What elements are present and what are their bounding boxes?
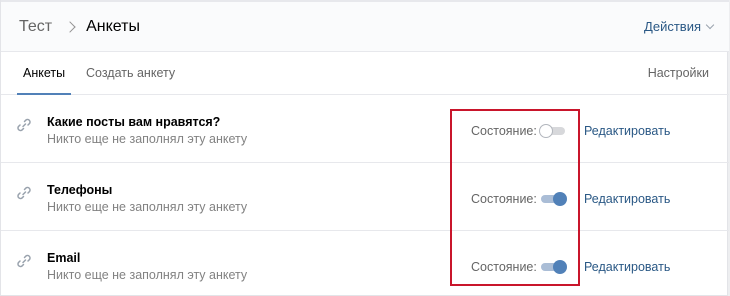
forms-panel: Тест Анкеты Действия Анкеты Создать анке… bbox=[0, 0, 729, 296]
form-subtitle: Никто еще не заполнял эту анкету bbox=[47, 200, 248, 214]
actions-dropdown[interactable]: Действия bbox=[644, 19, 715, 34]
breadcrumb-chevron-icon bbox=[64, 20, 76, 33]
status-toggle[interactable] bbox=[539, 192, 567, 206]
status-label: Состояние: bbox=[471, 124, 537, 138]
edit-link[interactable]: Редактировать bbox=[584, 192, 670, 206]
tab-bar: Анкеты Создать анкету Настройки bbox=[1, 52, 729, 95]
status-label: Состояние: bbox=[471, 260, 537, 274]
status-toggle[interactable] bbox=[539, 260, 567, 274]
form-title[interactable]: Телефоны bbox=[47, 183, 112, 197]
tab-forms[interactable]: Анкеты bbox=[17, 52, 72, 95]
settings-link[interactable]: Настройки bbox=[648, 52, 709, 94]
form-subtitle: Никто еще не заполнял эту анкету bbox=[47, 132, 248, 146]
actions-label: Действия bbox=[644, 19, 701, 34]
list-item: Email Никто еще не заполнял эту анкету С… bbox=[1, 231, 729, 296]
page-header: Тест Анкеты Действия bbox=[1, 2, 729, 52]
status-label: Состояние: bbox=[471, 192, 537, 206]
list-item: Телефоны Никто еще не заполнял эту анкет… bbox=[1, 163, 729, 231]
form-title[interactable]: Какие посты вам нравятся? bbox=[47, 115, 220, 129]
breadcrumb-root[interactable]: Тест bbox=[19, 18, 52, 36]
breadcrumb-current: Анкеты bbox=[86, 17, 140, 35]
list-item: Какие посты вам нравятся? Никто еще не з… bbox=[1, 95, 729, 163]
toggle-knob bbox=[553, 192, 567, 206]
link-icon[interactable] bbox=[16, 185, 32, 201]
tab-create-form[interactable]: Создать анкету bbox=[86, 52, 175, 95]
edit-link[interactable]: Редактировать bbox=[584, 260, 670, 274]
toggle-knob bbox=[539, 124, 553, 138]
form-title[interactable]: Email bbox=[47, 251, 80, 265]
chevron-down-icon bbox=[705, 20, 715, 29]
link-icon[interactable] bbox=[16, 117, 32, 133]
status-toggle[interactable] bbox=[539, 124, 567, 138]
form-subtitle: Никто еще не заполнял эту анкету bbox=[47, 268, 248, 282]
toggle-knob bbox=[553, 260, 567, 274]
link-icon[interactable] bbox=[16, 253, 32, 269]
edit-link[interactable]: Редактировать bbox=[584, 124, 670, 138]
